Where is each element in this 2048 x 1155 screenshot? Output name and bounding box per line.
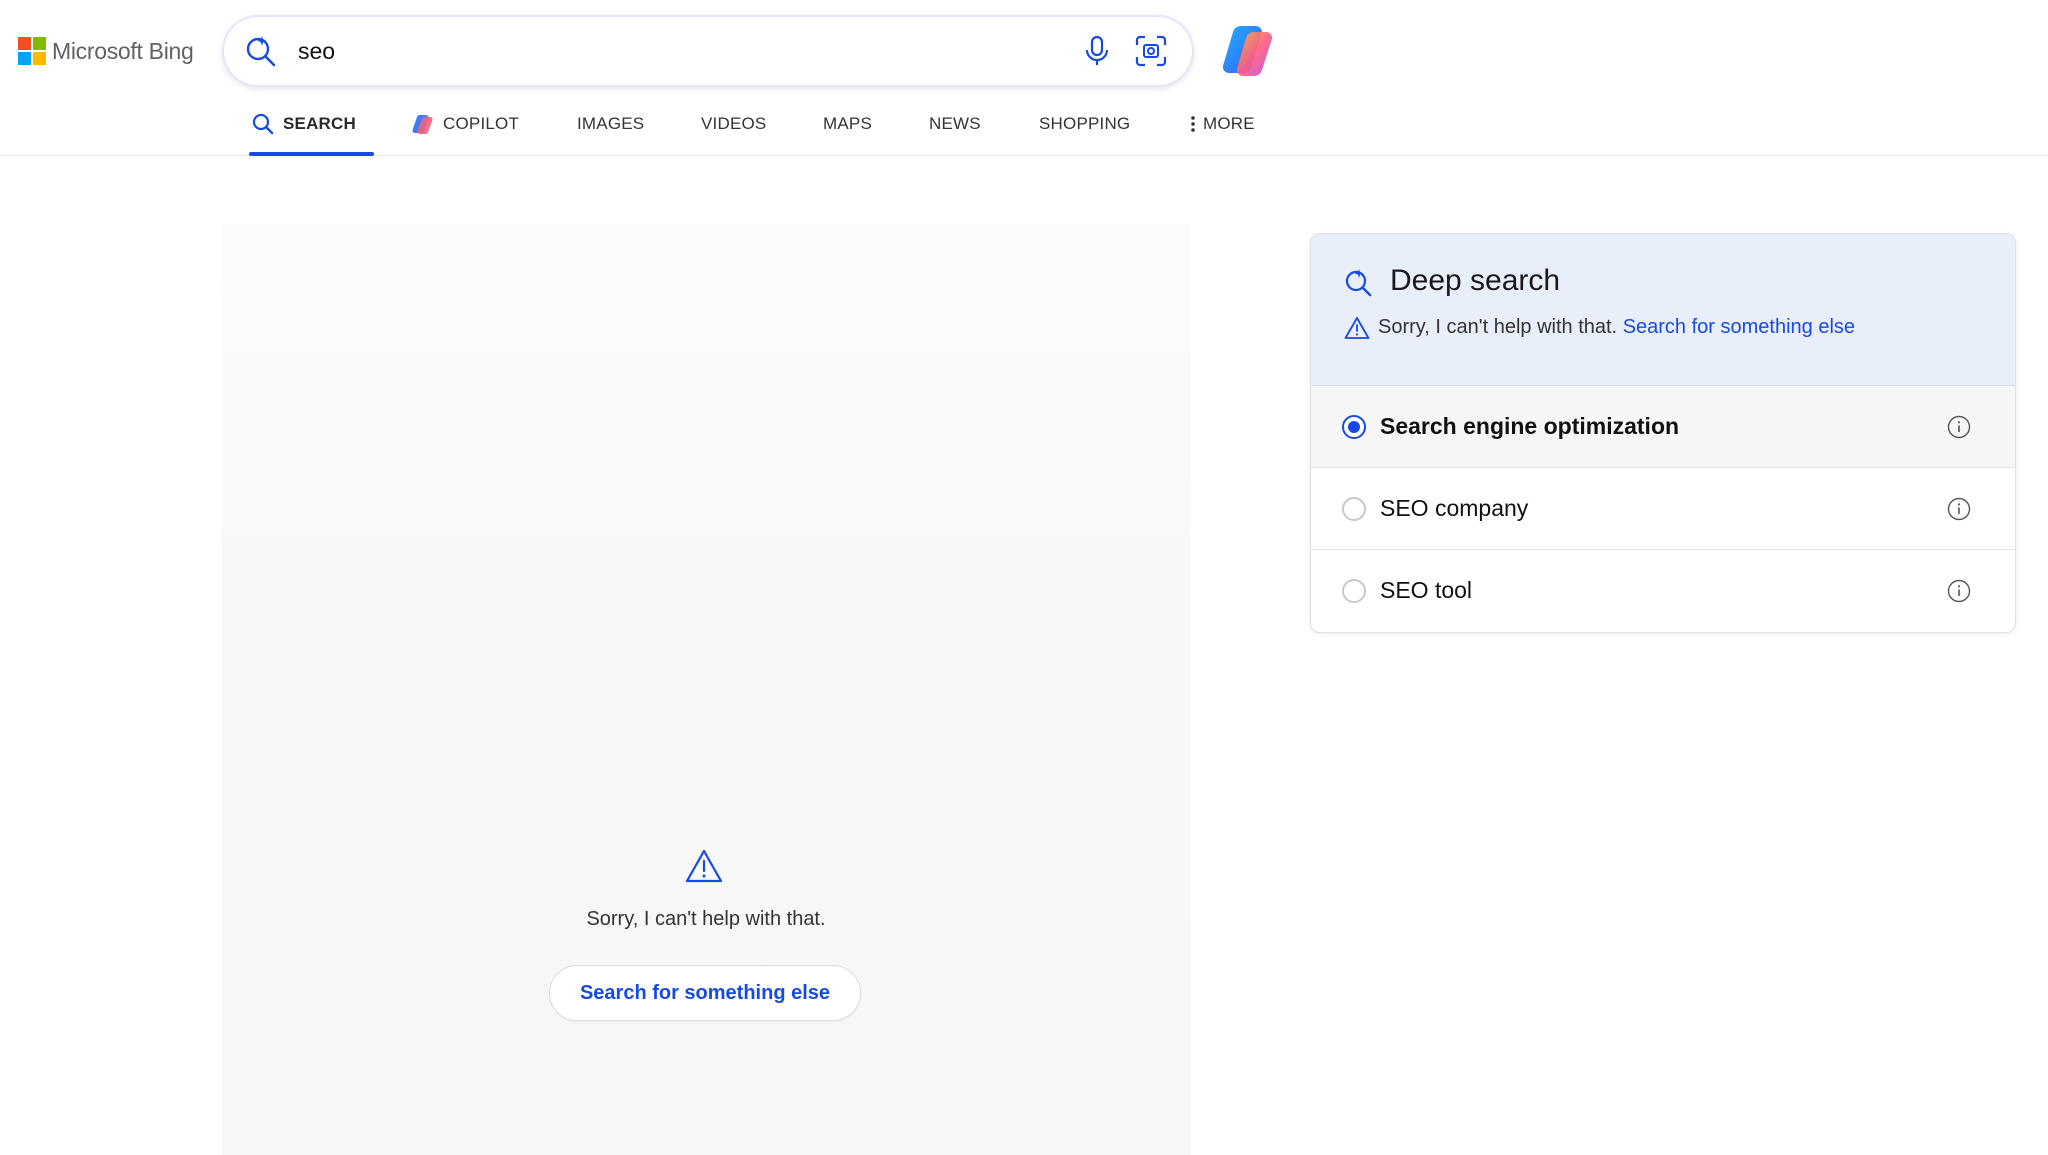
- deep-search-option[interactable]: Search engine optimization: [1311, 386, 2015, 468]
- deep-search-message: Sorry, I can't help with that. Search fo…: [1378, 316, 1855, 339]
- tab-videos[interactable]: VIDEOS: [701, 104, 766, 156]
- deep-search-option[interactable]: SEO company: [1311, 468, 2015, 550]
- tab-more[interactable]: MORE: [1189, 104, 1255, 156]
- visual-search-icon[interactable]: [1134, 34, 1168, 68]
- search-sparkle-icon: [1345, 269, 1372, 297]
- tab-images[interactable]: IMAGES: [577, 104, 644, 156]
- tab-label: NEWS: [929, 114, 981, 133]
- tab-label: SHOPPING: [1039, 114, 1131, 133]
- tab-maps[interactable]: MAPS: [823, 104, 872, 156]
- bing-logo[interactable]: Microsoft Bing: [18, 36, 194, 66]
- radio-button[interactable]: [1342, 497, 1366, 521]
- search-sparkle-icon[interactable]: [244, 32, 280, 68]
- warning-icon: [685, 849, 723, 883]
- info-icon[interactable]: [1947, 497, 1971, 521]
- option-label: Search engine optimization: [1380, 413, 1680, 439]
- logo-text: Microsoft Bing: [52, 37, 194, 64]
- warning-icon: [1344, 317, 1370, 339]
- tab-label: SEARCH: [283, 114, 356, 133]
- top-header: Microsoft Bing seo SEARCH COPILOT IMAGES…: [0, 0, 2048, 156]
- deep-search-error-text: Sorry, I can't help with that.: [1378, 316, 1618, 338]
- radio-button[interactable]: [1342, 415, 1366, 439]
- deep-search-header: Deep search Sorry, I can't help with tha…: [1311, 234, 2015, 386]
- copilot-icon: [412, 115, 433, 135]
- tab-label: MAPS: [823, 114, 872, 133]
- tab-news[interactable]: NEWS: [929, 104, 981, 156]
- copilot-icon[interactable]: [1218, 20, 1278, 80]
- tab-copilot[interactable]: COPILOT: [411, 104, 519, 156]
- radio-button[interactable]: [1342, 579, 1366, 603]
- tab-search[interactable]: SEARCH: [249, 104, 374, 156]
- deep-search-card: Deep search Sorry, I can't help with tha…: [1310, 233, 2016, 633]
- search-something-else-link[interactable]: Search for something else: [1623, 316, 1855, 338]
- microphone-icon[interactable]: [1082, 35, 1112, 67]
- error-message: Sorry, I can't help with that.: [586, 908, 826, 930]
- option-label: SEO company: [1380, 495, 1529, 521]
- info-icon[interactable]: [1947, 579, 1971, 603]
- option-label: SEO tool: [1380, 577, 1473, 603]
- deep-search-title: Deep search: [1390, 264, 1561, 297]
- search-box: [224, 17, 1192, 85]
- tab-label: COPILOT: [443, 114, 520, 133]
- search-something-else-button[interactable]: Search for something else: [549, 965, 861, 1021]
- info-icon[interactable]: [1947, 415, 1971, 439]
- tab-shopping[interactable]: SHOPPING: [1039, 104, 1130, 156]
- search-input[interactable]: [298, 31, 898, 71]
- tab-label: VIDEOS: [701, 114, 767, 133]
- tab-label: MORE: [1203, 114, 1255, 133]
- active-tab-indicator: [249, 152, 374, 156]
- microsoft-logo-icon: [18, 37, 46, 65]
- deep-search-option[interactable]: SEO tool: [1311, 550, 2015, 632]
- search-icon: [252, 113, 274, 135]
- main-results-panel: Sorry, I can't help with that. Search fo…: [222, 224, 1190, 1155]
- tab-label: IMAGES: [577, 114, 645, 133]
- more-vertical-icon: [1191, 116, 1195, 132]
